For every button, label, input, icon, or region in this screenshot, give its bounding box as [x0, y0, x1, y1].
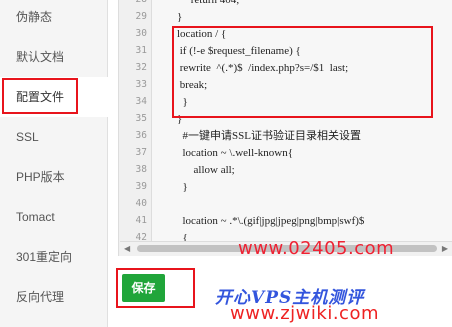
line-number: 37 — [135, 147, 147, 158]
sidebar-item-default-doc[interactable]: 默认文档 — [0, 37, 108, 77]
watermark-url-1: www.02405.com — [238, 238, 395, 259]
code-line: } — [177, 96, 188, 108]
line-number: 39 — [135, 181, 147, 192]
code-line: #一键申请SSL证书验证目录相关设置 — [177, 130, 361, 142]
line-number: 41 — [135, 215, 147, 226]
code-line: location ~ \.well-known{ — [177, 147, 294, 159]
code-line: allow all; — [177, 164, 235, 176]
line-number: 35 — [135, 113, 147, 124]
sidebar-item-rewrite[interactable]: 伪静态 — [0, 0, 108, 37]
line-number: 32 — [135, 62, 147, 73]
sidebar-item-tomcat[interactable]: Tomact — [0, 197, 108, 237]
sidebar: 伪静态 默认文档 配置文件 SSL PHP版本 Tomact 301重定向 反向… — [0, 0, 108, 327]
code-line: } — [177, 113, 183, 125]
scroll-left-icon[interactable]: ◀ — [124, 244, 130, 253]
code-line: location ~ .*\.(gif|jpg|jpeg|png|bmp|swf… — [177, 215, 365, 227]
line-number: 40 — [135, 198, 147, 209]
sidebar-item-ssl[interactable]: SSL — [0, 117, 108, 157]
line-number: 29 — [135, 11, 147, 22]
code-editor[interactable]: 28 return 404; 29} 30 location / { 31 if (!-… — [118, 0, 452, 256]
line-number: 30 — [135, 28, 147, 39]
sidebar-item-reverse-proxy[interactable]: 反向代理 — [0, 277, 108, 317]
code-line: } — [177, 181, 188, 193]
code-line: break; — [177, 79, 208, 91]
line-number: 34 — [135, 96, 147, 107]
line-number: 33 — [135, 79, 147, 90]
code-line: rewrite ^(.*)$ /index.php?s=/$1 last; — [177, 62, 349, 74]
sidebar-item-config-file[interactable]: 配置文件 — [0, 77, 108, 117]
save-button[interactable]: 保存 — [122, 274, 165, 302]
line-number: 36 — [135, 130, 147, 141]
line-number: 38 — [135, 164, 147, 175]
sidebar-item-php-version[interactable]: PHP版本 — [0, 157, 108, 197]
code-line: } — [177, 11, 183, 23]
code-line: return 404; — [177, 0, 240, 6]
scroll-right-icon[interactable]: ▶ — [442, 244, 448, 253]
watermark-url-2: www.zjwiki.com — [230, 303, 379, 324]
sidebar-item-301-redirect[interactable]: 301重定向 — [0, 237, 108, 277]
line-number: 31 — [135, 45, 147, 56]
line-number: 28 — [119, 0, 147, 8]
code-line: if (!-e $request_filename) { — [177, 45, 301, 57]
code-line: location / { — [177, 28, 227, 40]
